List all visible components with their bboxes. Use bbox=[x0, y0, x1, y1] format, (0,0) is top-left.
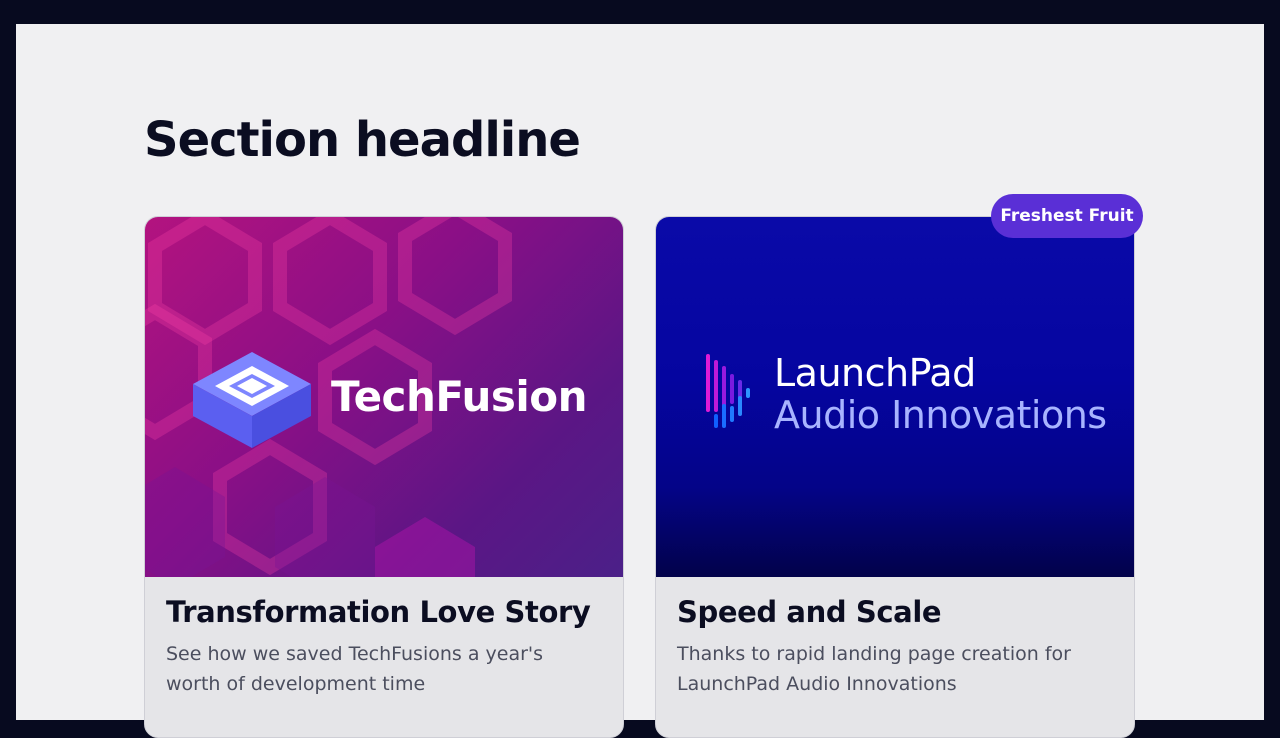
card-description: Thanks to rapid landing page creation fo… bbox=[677, 643, 1071, 695]
case-study-card-techfusion[interactable]: TechFusion Transformation Love Story See… bbox=[144, 216, 624, 738]
card-body: Transformation Love Story See how we sav… bbox=[145, 577, 623, 699]
audio-waveform-icon bbox=[706, 354, 750, 428]
techfusion-banner: TechFusion bbox=[145, 217, 623, 577]
freshest-fruit-badge: Freshest Fruit bbox=[991, 194, 1143, 238]
card-title[interactable]: Speed and Scale bbox=[677, 595, 1113, 629]
techfusion-logo-text: TechFusion bbox=[331, 372, 588, 421]
case-study-card-launchpad[interactable]: LaunchPad Audio Innovations Speed and Sc… bbox=[655, 216, 1135, 738]
card-description: See how we saved TechFusions a year's wo… bbox=[166, 643, 544, 695]
launchpad-logo-line1: LaunchPad bbox=[774, 351, 976, 395]
launchpad-banner: LaunchPad Audio Innovations bbox=[656, 217, 1134, 577]
launchpad-logo-line2: Audio Innovations bbox=[774, 393, 1107, 437]
card-title[interactable]: Transformation Love Story bbox=[166, 595, 602, 629]
content-panel: Section headline TechFusion Transformati… bbox=[16, 24, 1264, 738]
section-headline: Section headline bbox=[144, 112, 581, 168]
card-body: Speed and Scale Thanks to rapid landing … bbox=[656, 577, 1134, 699]
layered-stack-icon bbox=[193, 352, 311, 448]
